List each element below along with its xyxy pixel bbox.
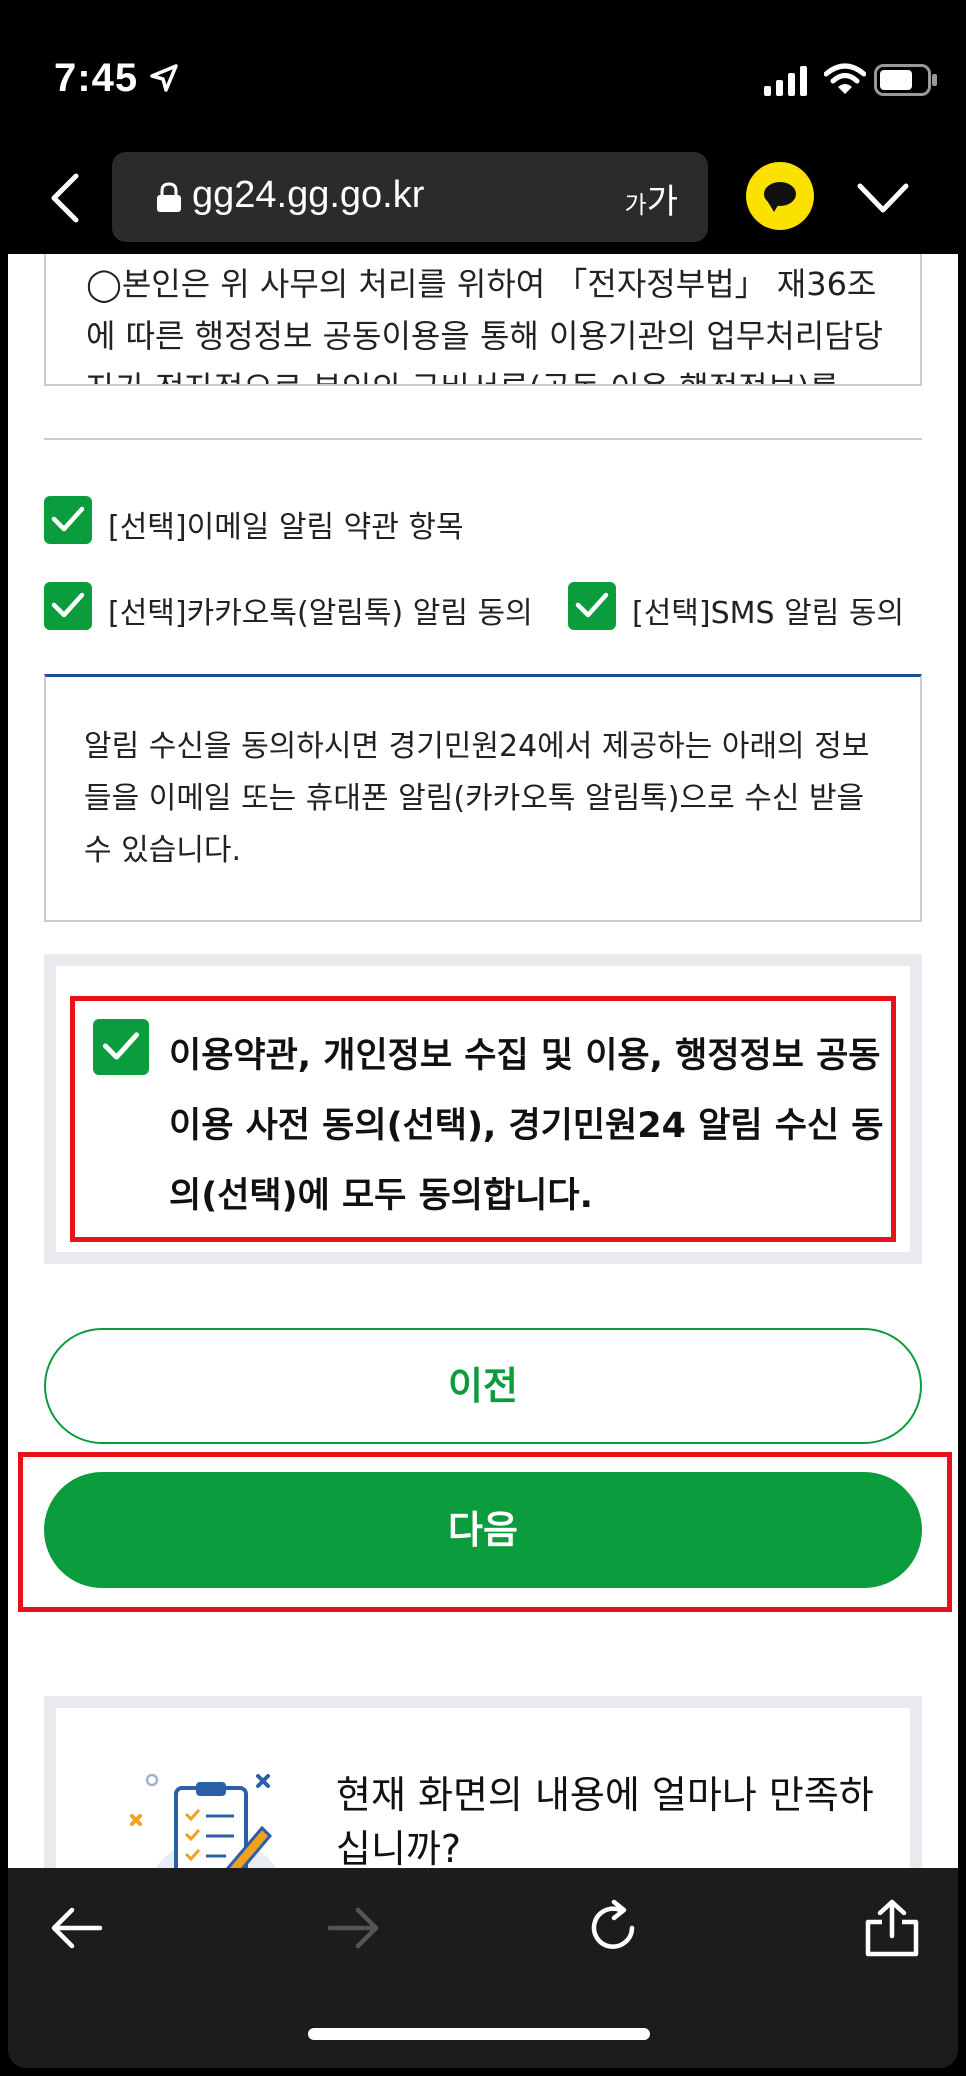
notice-text: 알림 수신을 동의하시면 경기민원24에서 제공하는 아래의 정보들을 이메일 …	[84, 729, 870, 868]
check-icon	[102, 1032, 140, 1060]
back-arrow-icon[interactable]	[46, 1898, 106, 1958]
address-field[interactable]: gg24.gg.go.kr 가가	[112, 152, 708, 242]
terms-scroll-box[interactable]: ◯본인은 위 사무의 처리를 위하여 「전자정부법」 재36조에 따른 행정정보…	[44, 254, 922, 386]
check-icon	[575, 592, 609, 618]
sms-consent-label[interactable]: [선택]SMS 알림 동의	[632, 588, 904, 632]
survey-panel: 현재 화면의 내용에 얼마나 만족하십니까?	[56, 1708, 910, 1868]
divider	[44, 438, 922, 440]
satisfaction-survey-section: 현재 화면의 내용에 얼마나 만족하십니까?	[44, 1696, 922, 1868]
home-indicator[interactable]	[308, 2028, 650, 2040]
browser-url-bar: gg24.gg.go.kr 가가	[8, 148, 958, 254]
back-chevron-icon[interactable]	[46, 170, 86, 226]
text-size-button[interactable]: 가가	[625, 174, 678, 223]
page-content: ◯본인은 위 사무의 처리를 위하여 「전자정부법」 재36조에 따른 행정정보…	[8, 254, 958, 1868]
agree-all-checkbox[interactable]	[93, 1019, 149, 1075]
agree-all-label[interactable]: 이용약관, 개인정보 수집 및 이용, 행정정보 공동이용 사전 동의(선택),…	[169, 1021, 889, 1231]
url-text: gg24.gg.go.kr	[192, 174, 425, 216]
previous-button[interactable]: 이전	[44, 1328, 922, 1444]
email-consent-checkbox[interactable]	[44, 496, 92, 544]
agree-all-panel: 이용약관, 개인정보 수집 및 이용, 행정정보 공동이용 사전 동의(선택),…	[56, 966, 910, 1252]
chevron-down-icon[interactable]	[856, 178, 910, 218]
text-size-small-glyph: 가	[624, 191, 647, 219]
email-consent-label[interactable]: [선택]이메일 알림 약관 항목	[108, 502, 464, 546]
text-size-large-glyph: 가	[646, 182, 678, 222]
reload-icon[interactable]	[584, 1898, 644, 1958]
sms-consent-checkbox[interactable]	[568, 582, 616, 630]
next-button[interactable]: 다음	[44, 1472, 922, 1588]
notification-notice-box: 알림 수신을 동의하시면 경기민원24에서 제공하는 아래의 정보들을 이메일 …	[44, 674, 922, 922]
browser-toolbar	[8, 1868, 958, 2068]
terms-text: ◯본인은 위 사무의 처리를 위하여 「전자정부법」 재36조에 따른 행정정보…	[86, 265, 884, 384]
battery-icon	[874, 64, 937, 96]
phone-screen: 7:45 gg24.gg.go.kr 가가 ◯본인은 위 사무의 처리를 위하여…	[8, 8, 958, 2068]
status-time: 7:45	[54, 56, 139, 100]
check-icon	[51, 506, 85, 532]
clipboard-pencil-icon	[130, 1773, 277, 1868]
cellular-signal-icon	[764, 66, 807, 96]
chat-bubble-tail	[768, 202, 780, 212]
kakao-consent-checkbox[interactable]	[44, 582, 92, 630]
wifi-icon	[824, 63, 866, 94]
kakao-consent-label[interactable]: [선택]카카오톡(알림톡) 알림 동의	[108, 588, 533, 632]
location-arrow-icon	[150, 64, 178, 92]
highlight-box: 이용약관, 개인정보 수집 및 이용, 행정정보 공동이용 사전 동의(선택),…	[70, 996, 896, 1242]
agree-all-section: 이용약관, 개인정보 수집 및 이용, 행정정보 공동이용 사전 동의(선택),…	[44, 954, 922, 1264]
lock-icon	[157, 182, 181, 212]
forward-arrow-icon	[327, 1907, 379, 1949]
survey-question: 현재 화면의 내용에 얼마나 만족하십니까?	[336, 1773, 874, 1868]
check-icon	[51, 592, 85, 618]
kakao-talk-button[interactable]	[746, 162, 814, 230]
share-icon[interactable]	[862, 1898, 922, 1958]
status-bar: 7:45	[8, 8, 958, 148]
